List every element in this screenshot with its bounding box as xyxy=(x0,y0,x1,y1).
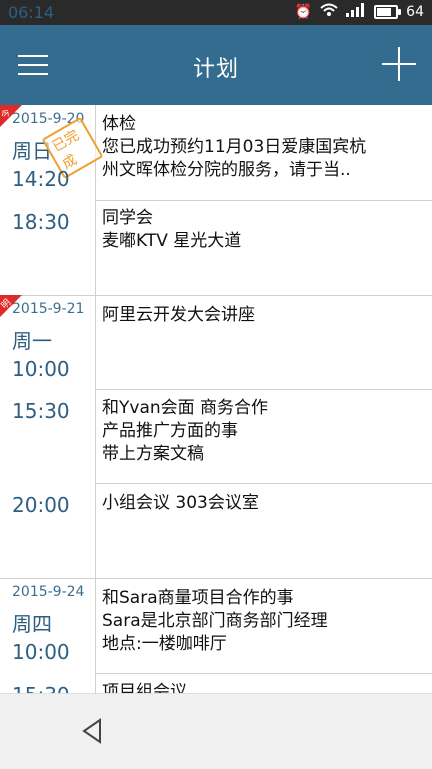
event-line: 和Yvan会面 商务合作 xyxy=(102,398,269,418)
event-line: 带上方案文稿 xyxy=(102,444,204,464)
event-item[interactable]: 和Sara商量项目合作的事 Sara是北京部门商务部门经理 地点:一楼咖啡厅 xyxy=(102,587,422,656)
event-item[interactable]: 和Yvan会面 商务合作 产品推广方面的事 带上方案文稿 xyxy=(102,397,422,466)
event-line: 州文晖体检分院的服务，请于当.. xyxy=(102,160,351,180)
event-item[interactable]: 小组会议 303会议室 xyxy=(102,492,422,515)
back-icon[interactable] xyxy=(78,716,108,746)
event-item[interactable]: 同学会 麦嘟KTV 星光大道 xyxy=(102,207,422,253)
event-line: 麦嘟KTV 星光大道 xyxy=(102,231,242,251)
battery-level: 64 xyxy=(406,4,424,20)
day-group: 2015-9-24 周四 xyxy=(0,578,95,693)
event-divider xyxy=(95,200,432,201)
event-time: 10:00 xyxy=(12,640,70,664)
add-plan-button[interactable] xyxy=(382,47,416,81)
event-time: 15:30 xyxy=(12,399,70,423)
event-line: 您已成功预约11月03日爱康国宾杭 xyxy=(102,137,367,157)
day-date: 2015-9-24 xyxy=(12,584,85,600)
day-date: 2015-9-21 xyxy=(12,301,85,317)
event-time: 15:30 xyxy=(12,683,70,693)
event-time: 20:00 xyxy=(12,493,70,517)
day-weekday: 周四 xyxy=(12,612,52,636)
event-line: 和Sara商量项目合作的事 xyxy=(102,588,294,608)
event-line: 阿里云开发大会讲座 xyxy=(102,305,255,325)
event-time: 18:30 xyxy=(12,210,70,234)
event-divider xyxy=(95,673,432,674)
event-time: 10:00 xyxy=(12,357,70,381)
event-line: 项目组会议 xyxy=(102,682,187,693)
timeline-divider xyxy=(95,105,96,693)
app-bar: 计划 xyxy=(0,25,432,105)
wifi-icon xyxy=(320,3,338,21)
status-icons: ⏰ 64 xyxy=(295,3,424,21)
day-group: 今 2015-9-20 周日 已完成 xyxy=(0,105,104,295)
event-item[interactable]: 阿里云开发大会讲座 xyxy=(102,304,422,327)
navigation-bar xyxy=(0,693,432,769)
event-line: 产品推广方面的事 xyxy=(102,421,238,441)
event-divider xyxy=(95,483,432,484)
event-line: 同学会 xyxy=(102,208,153,228)
event-divider xyxy=(95,389,432,390)
battery-icon xyxy=(374,5,402,19)
event-line: 小组会议 303会议室 xyxy=(102,493,259,513)
page-title: 计划 xyxy=(192,57,239,82)
event-item[interactable]: 体检 您已成功预约11月03日爱康国宾杭 州文晖体检分院的服务，请于当.. xyxy=(102,113,422,182)
status-time: 06:14 xyxy=(8,3,55,22)
day-group: 明 2015-9-21 周一 xyxy=(0,295,95,578)
event-item[interactable]: 项目组会议 xyxy=(102,681,422,693)
event-line: Sara是北京部门商务部门经理 xyxy=(102,611,328,631)
day-weekday: 周一 xyxy=(12,329,52,353)
status-bar: 06:14 ⏰ 64 xyxy=(0,0,432,25)
plan-list: 今 2015-9-20 周日 已完成 14:20 体检 您已成功预约11月03日… xyxy=(0,105,432,693)
event-line: 体检 xyxy=(102,114,136,134)
alarm-icon: ⏰ xyxy=(294,4,313,20)
4g-signal-icon xyxy=(346,3,366,21)
event-time: 14:20 xyxy=(12,167,70,191)
event-line: 地点:一楼咖啡厅 xyxy=(102,634,227,654)
